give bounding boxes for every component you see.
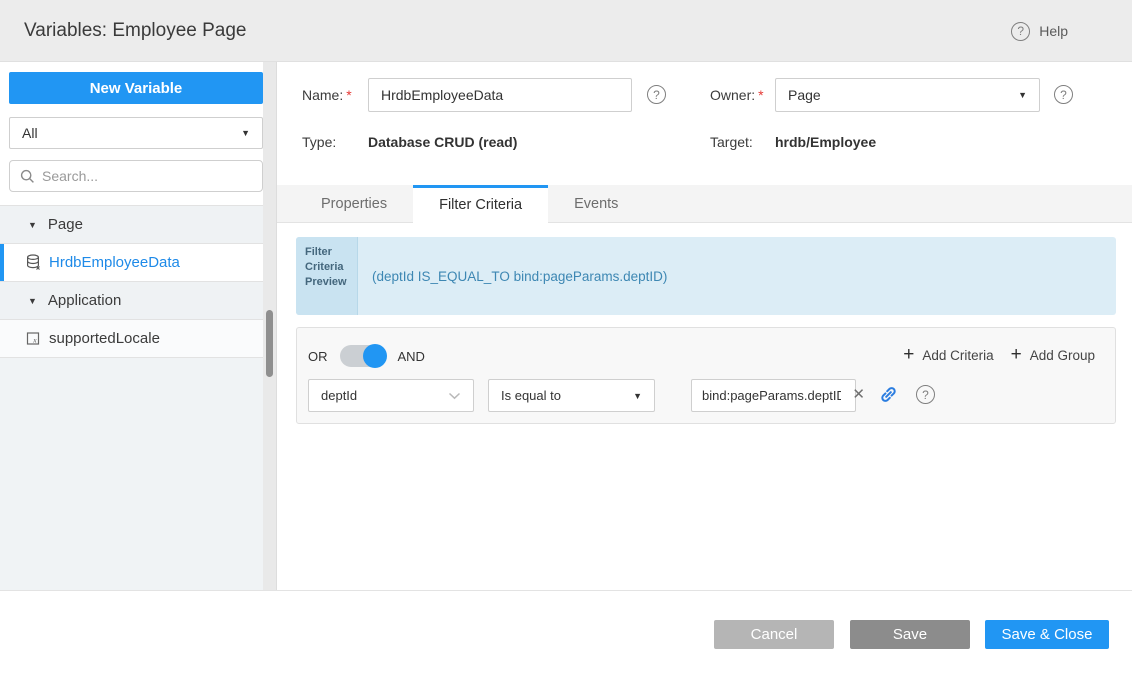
variable-detail-panel: Name:* ? Owner:* Page ▼ ? Type: Database… — [277, 62, 1132, 591]
footer-divider — [0, 590, 1132, 591]
help-button[interactable]: ? Help — [1011, 0, 1068, 62]
owner-label: Owner:* — [710, 78, 764, 112]
criteria-value-wrap: ✕ — [691, 379, 856, 412]
detail-tabbar: Properties Filter Criteria Events — [277, 185, 1132, 223]
model-variable-icon: x — [26, 331, 41, 346]
criteria-operator-select[interactable]: Is equal to ▼ — [488, 379, 655, 412]
tree-item-label: HrdbEmployeeData — [49, 254, 180, 271]
tree-item-label: supportedLocale — [49, 330, 160, 347]
owner-value: Page — [788, 87, 821, 103]
variables-dialog: Variables: Employee Page ? Help New Vari… — [0, 0, 1132, 675]
criteria-value-input[interactable] — [691, 379, 856, 412]
dialog-header: Variables: Employee Page ? Help — [0, 0, 1132, 62]
filter-preview-label: Filter Criteria Preview — [296, 237, 358, 315]
database-variable-icon — [26, 254, 41, 271]
required-marker: * — [346, 87, 351, 103]
tree-group-page[interactable]: ▼ Page — [0, 205, 263, 243]
plus-icon: + — [903, 345, 914, 365]
help-label: Help — [1039, 23, 1068, 39]
tree-empty-area — [0, 357, 263, 591]
name-help-icon[interactable]: ? — [647, 85, 666, 104]
chevron-down-icon — [448, 392, 461, 400]
cancel-button[interactable]: Cancel — [714, 620, 834, 649]
tree-group-label: Page — [48, 216, 83, 233]
or-label: OR — [308, 349, 328, 364]
target-value: hrdb/Employee — [775, 132, 876, 152]
sidebar-scrollbar[interactable] — [263, 62, 276, 591]
chevron-down-icon: ▼ — [633, 391, 642, 401]
bind-link-icon[interactable] — [878, 384, 899, 410]
filter-criteria-preview: Filter Criteria Preview (deptId IS_EQUAL… — [296, 237, 1116, 315]
chevron-down-icon: ▼ — [1018, 90, 1027, 100]
chevron-down-icon: ▼ — [241, 128, 250, 138]
add-group-button[interactable]: + Add Group — [1011, 345, 1095, 365]
and-label: AND — [398, 349, 425, 364]
sidebar-scrollbar-thumb[interactable] — [266, 310, 273, 377]
type-value: Database CRUD (read) — [368, 132, 517, 152]
tree-group-label: Application — [48, 292, 121, 309]
type-label: Type: — [302, 132, 336, 152]
criteria-operator-select-wrap: Is equal to ▼ — [488, 379, 655, 412]
search-input[interactable] — [42, 168, 252, 184]
criteria-panel: OR AND + Add Criteria + Add Group dept — [296, 327, 1116, 424]
svg-text:x: x — [32, 335, 37, 344]
tab-properties[interactable]: Properties — [295, 185, 413, 222]
clear-value-icon[interactable]: ✕ — [852, 387, 865, 403]
help-icon[interactable]: ? — [1011, 22, 1030, 41]
tree-item-hrdbemployeedata[interactable]: HrdbEmployeeData — [0, 243, 263, 281]
plus-icon: + — [1011, 345, 1022, 365]
add-criteria-button[interactable]: + Add Criteria — [903, 345, 993, 365]
required-marker: * — [758, 87, 763, 103]
logic-toggle-row: OR AND — [308, 345, 425, 367]
variable-filter-value: All — [22, 125, 38, 141]
criteria-field-select-wrap: deptId — [308, 379, 474, 412]
name-input[interactable] — [368, 78, 632, 112]
variable-filter-dropdown[interactable]: All ▼ — [9, 117, 263, 149]
filter-preview-value: (deptId IS_EQUAL_TO bind:pageParams.dept… — [358, 237, 1116, 315]
criteria-help-icon[interactable]: ? — [916, 385, 935, 404]
save-button[interactable]: Save — [850, 620, 970, 649]
page-title: Variables: Employee Page — [24, 0, 247, 62]
or-and-toggle[interactable] — [340, 345, 386, 367]
variables-sidebar: New Variable All ▼ ▼ Page — [0, 62, 277, 591]
caret-down-icon[interactable]: ▼ — [28, 220, 37, 230]
owner-help-icon[interactable]: ? — [1054, 85, 1073, 104]
variable-tree: ▼ Page HrdbEmployeeData ▼ Application — [0, 205, 263, 357]
owner-select[interactable]: Page ▼ — [775, 78, 1040, 112]
tree-item-supportedlocale[interactable]: x supportedLocale — [0, 319, 263, 357]
name-label: Name:* — [302, 78, 352, 112]
variable-search — [9, 160, 263, 192]
target-label: Target: — [710, 132, 753, 152]
tab-events[interactable]: Events — [548, 185, 644, 222]
criteria-field-select[interactable]: deptId — [308, 379, 474, 412]
caret-down-icon[interactable]: ▼ — [28, 296, 37, 306]
save-and-close-button[interactable]: Save & Close — [985, 620, 1109, 649]
new-variable-button[interactable]: New Variable — [9, 72, 263, 104]
criteria-actions: + Add Criteria + Add Group — [903, 345, 1095, 365]
search-icon — [20, 169, 35, 184]
toggle-knob — [363, 344, 387, 368]
tree-group-application[interactable]: ▼ Application — [0, 281, 263, 319]
tab-filter-criteria[interactable]: Filter Criteria — [413, 185, 548, 224]
